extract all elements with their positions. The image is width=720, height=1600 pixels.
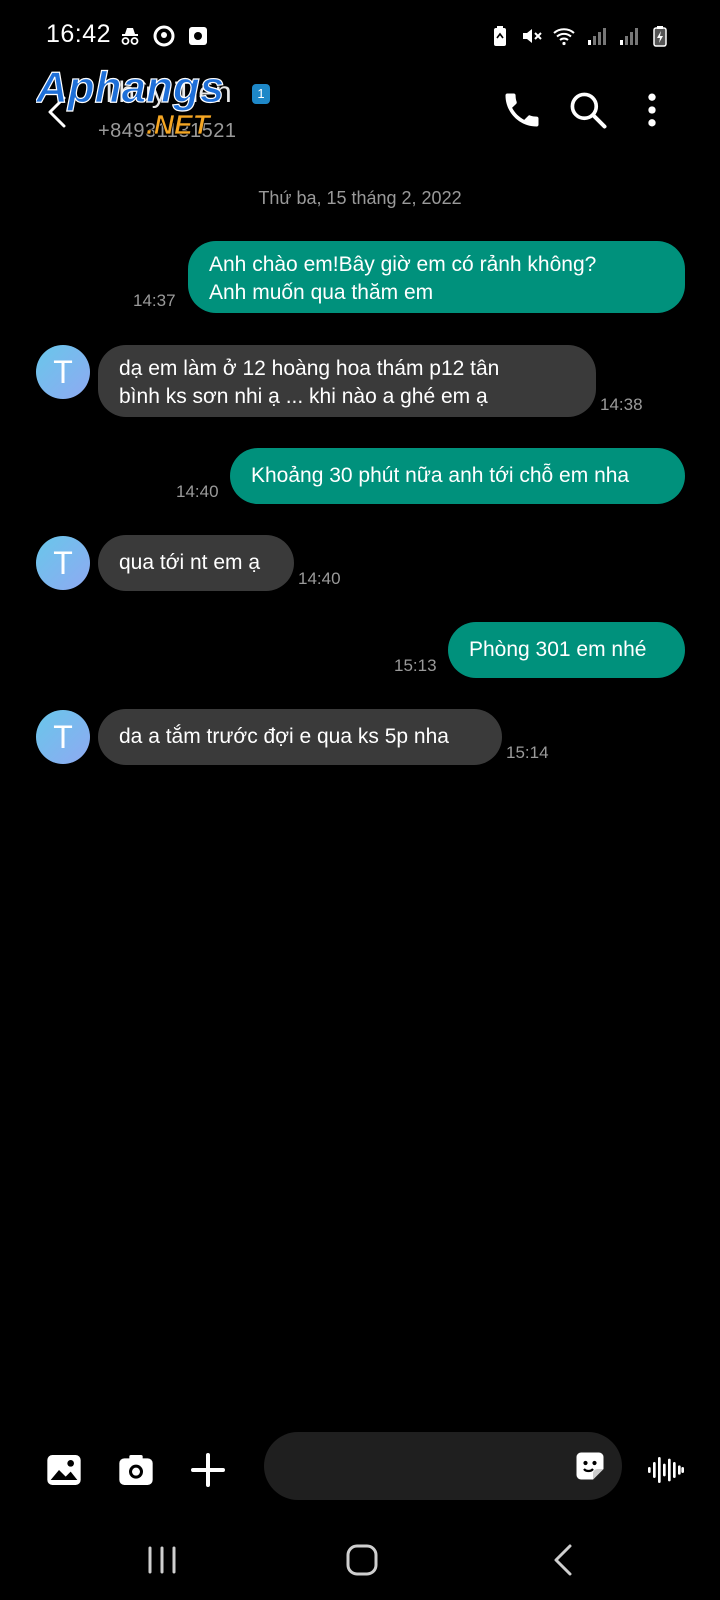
outgoing-bubble[interactable]: Anh chào em!Bây giờ em có rảnh không? An… (188, 241, 685, 313)
contact-name[interactable]: Thùy Tiên (100, 76, 232, 110)
mute-icon (523, 29, 542, 43)
message-line: dạ em làm ở 12 hoàng hoa thám p12 tân (119, 357, 500, 380)
plus-button[interactable] (188, 1450, 228, 1490)
contact-avatar[interactable]: T (36, 345, 90, 399)
message-line: qua tới nt em ạ (119, 551, 261, 574)
contact-number: +84931131521 (98, 120, 237, 142)
message-time: 14:40 (176, 482, 219, 501)
message-row: 14:37 Anh chào em!Bây giờ em có rảnh khô… (0, 241, 720, 313)
home-button[interactable] (340, 1540, 384, 1580)
notification-icon (189, 27, 207, 45)
message-line: Anh chào em!Bây giờ em có rảnh không? (209, 253, 597, 276)
date-separator: Thứ ba, 15 tháng 2, 2022 (258, 188, 462, 208)
contact-avatar[interactable]: T (36, 536, 90, 590)
incoming-bubble[interactable]: qua tới nt em ạ (98, 535, 294, 591)
message-time: 14:40 (298, 569, 341, 588)
status-bar: 16:42 (0, 0, 720, 72)
voice-button[interactable] (646, 1450, 686, 1490)
incognito-icon (121, 28, 139, 45)
incoming-bubble[interactable]: dạ em làm ở 12 hoàng hoa thám p12 tân bì… (98, 345, 596, 417)
message-row: 14:40 Khoảng 30 phút nữa anh tới chỗ em … (0, 448, 720, 504)
message-input-field[interactable] (264, 1432, 622, 1500)
battery-charging-icon (653, 26, 667, 47)
message-input[interactable] (288, 1450, 548, 1482)
status-time: 16:42 (46, 20, 112, 48)
location-ring-icon (153, 25, 175, 47)
sticker-button[interactable] (572, 1448, 608, 1484)
message-row: T da a tắm trước đợi e qua ks 5p nha 15:… (0, 709, 720, 765)
back-button[interactable] (40, 90, 76, 134)
message-row: 15:13 Phòng 301 em nhé (0, 622, 720, 678)
gallery-button[interactable] (44, 1450, 84, 1490)
message-composer (0, 1430, 720, 1508)
outgoing-bubble[interactable]: Phòng 301 em nhé (448, 622, 685, 678)
battery-saver-icon (494, 26, 506, 46)
message-time: 15:14 (506, 743, 549, 762)
more-options-button[interactable] (630, 88, 674, 132)
signal-2-icon (620, 28, 638, 45)
message-row: T dạ em làm ở 12 hoàng hoa thám p12 tân … (0, 345, 720, 417)
signal-1-icon (588, 28, 606, 45)
system-navigation-bar (0, 1520, 720, 1600)
camera-button[interactable] (116, 1450, 156, 1490)
message-time: 14:37 (133, 291, 176, 310)
incoming-bubble[interactable]: da a tắm trước đợi e qua ks 5p nha (98, 709, 502, 765)
contact-badge: 1 (252, 84, 270, 104)
call-button[interactable] (500, 88, 544, 132)
message-time: 14:38 (600, 395, 643, 414)
message-row: T qua tới nt em ạ 14:40 (0, 535, 720, 591)
message-line: Khoảng 30 phút nữa anh tới chỗ em nha (251, 464, 630, 487)
conversation-header: Thùy Tiên 1 +84931131521 Aphangs .NET (0, 62, 720, 152)
message-line: Phòng 301 em nhé (469, 638, 647, 661)
recent-apps-button[interactable] (140, 1540, 184, 1580)
message-line: da a tắm trước đợi e qua ks 5p nha (119, 725, 449, 748)
message-line: Anh muốn qua thăm em (209, 281, 434, 304)
outgoing-bubble[interactable]: Khoảng 30 phút nữa anh tới chỗ em nha (230, 448, 685, 504)
message-line: bình ks sơn nhi ạ ... khi nào a ghé em ạ (119, 385, 488, 408)
wifi-icon (553, 28, 575, 46)
nav-back-button[interactable] (542, 1540, 586, 1580)
message-time: 15:13 (394, 656, 437, 675)
search-button[interactable] (566, 88, 610, 132)
contact-avatar[interactable]: T (36, 710, 90, 764)
